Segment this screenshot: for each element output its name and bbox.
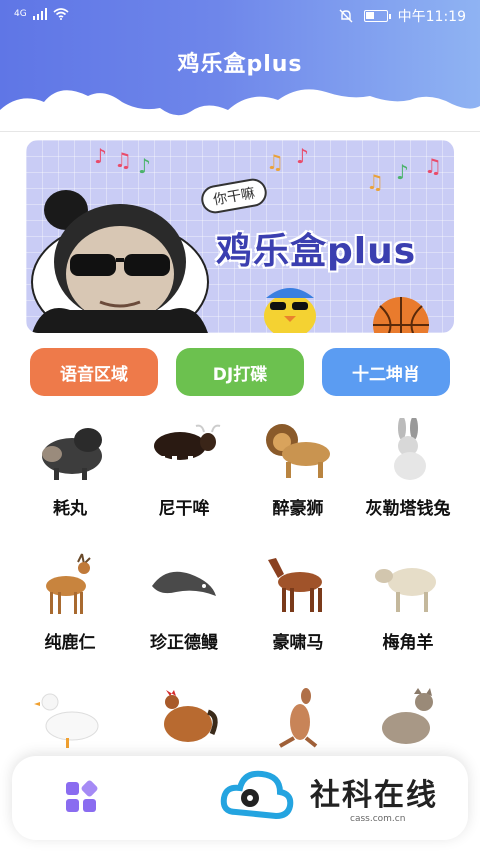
music-note-icon: ♫	[366, 170, 384, 194]
promo-banner[interactable]: ♪ ♫ ♪ ♫ ♪ ♫ ♪ ♫ 你干嘛 鸡乐盒plus	[26, 140, 454, 333]
status-right: 中午11:19	[338, 6, 466, 26]
music-note-icon: ♪	[138, 154, 151, 178]
cloud-logo-icon	[220, 770, 294, 820]
wifi-icon	[53, 8, 69, 20]
bottom-nav: 社科在线 cass.com.cn	[12, 756, 468, 840]
status-bar: 4G 中午11:19	[0, 0, 480, 32]
status-left: 4G	[14, 8, 69, 20]
watermark-text: 社科在线	[310, 778, 438, 813]
animal-name: 耗丸	[53, 499, 87, 519]
sheep-image	[375, 568, 436, 612]
animal-name: 尼干哞	[158, 499, 210, 519]
animal-item[interactable]: 耗丸	[10, 412, 130, 542]
ox-image	[154, 424, 221, 478]
lion-image	[266, 424, 330, 478]
basketball-image	[373, 297, 429, 333]
speech-bubble: 你干嘛	[199, 176, 269, 216]
clock: 中午11:19	[397, 9, 466, 25]
music-note-icon: ♪	[296, 144, 309, 168]
animal-name: 醉豪狮	[272, 499, 324, 519]
kangaroo-image	[279, 688, 318, 748]
mute-bell-icon	[339, 9, 353, 23]
animal-item[interactable]: 珍正德鳗	[124, 546, 244, 676]
voice-zone-button[interactable]: 语音区域	[30, 348, 158, 396]
watermark-domain: cass.com.cn	[350, 814, 406, 824]
watermark: 社科在线 cass.com.cn	[220, 764, 460, 832]
chick-mascot-image	[264, 288, 316, 333]
dj-button[interactable]: DJ打碟	[176, 348, 304, 396]
deer-image	[46, 553, 91, 614]
network-type: 4G	[14, 9, 27, 19]
animal-name: 豪啸马	[272, 633, 324, 653]
signal-icon	[32, 8, 47, 20]
animal-item[interactable]: 梅角羊	[348, 546, 468, 676]
cloud-decoration	[0, 89, 480, 132]
animal-item[interactable]: 豪啸马	[238, 546, 358, 676]
animal-name: 珍正德鳗	[150, 633, 218, 653]
duck-image	[34, 693, 99, 748]
music-note-icon: ♪	[94, 144, 107, 168]
music-note-icon: ♫	[266, 150, 284, 174]
cat-image	[382, 688, 433, 744]
animal-name: 梅角羊	[382, 633, 434, 653]
battery-icon	[363, 10, 391, 22]
boar-image	[42, 428, 102, 480]
music-note-icon: ♪	[396, 160, 409, 184]
apps-grid-icon[interactable]	[64, 780, 98, 814]
animal-item[interactable]: 纯鹿仁	[10, 546, 130, 676]
zodiac-button[interactable]: 十二坤肖	[322, 348, 450, 396]
animal-name: 灰勒塔钱兔	[365, 499, 451, 519]
banner-title: 鸡乐盒plus	[216, 231, 417, 272]
header-divider	[0, 131, 480, 132]
music-note-icon: ♫	[424, 154, 442, 178]
app-header: 4G 中午11:19 鸡乐盒plus	[0, 0, 480, 132]
rabbit-image	[394, 418, 426, 480]
category-row: 语音区域 DJ打碟 十二坤肖	[0, 348, 480, 396]
horse-image	[268, 558, 322, 612]
animal-name: 纯鹿仁	[44, 633, 96, 653]
rooster-image	[164, 690, 218, 742]
eel-image	[152, 571, 216, 596]
panda-meme-image	[31, 190, 209, 333]
animal-item[interactable]: 尼干哞	[124, 412, 244, 542]
animal-item[interactable]: 醉豪狮	[238, 412, 358, 542]
music-note-icon: ♫	[114, 148, 132, 172]
animal-item[interactable]: 灰勒塔钱兔	[348, 412, 468, 542]
